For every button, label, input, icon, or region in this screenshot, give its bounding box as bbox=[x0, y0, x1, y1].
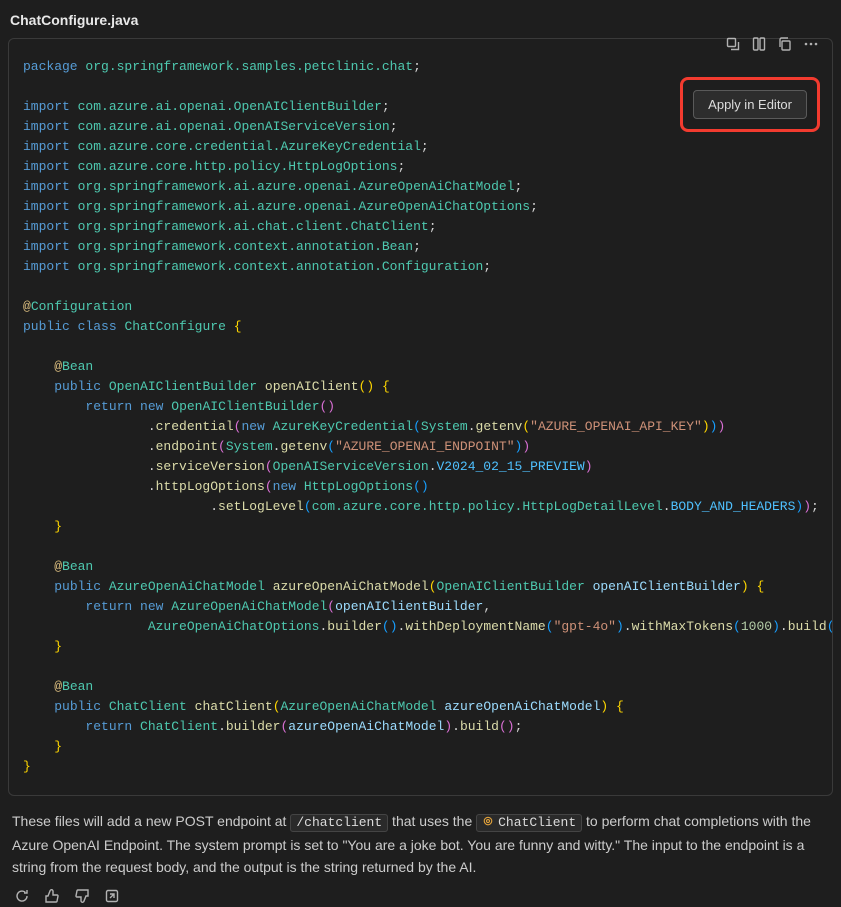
copy-icon[interactable] bbox=[776, 35, 794, 53]
explain-part: These files will add a new POST endpoint… bbox=[12, 813, 290, 829]
apply-in-editor-button[interactable]: Apply in Editor bbox=[693, 90, 807, 119]
symbol-class-icon bbox=[482, 813, 494, 825]
message-actions bbox=[8, 878, 833, 904]
code-content: package org.springframework.samples.petc… bbox=[9, 39, 832, 795]
thumbs-up-icon[interactable] bbox=[44, 888, 60, 904]
code-block: Apply in Editor package org.springframew… bbox=[8, 38, 833, 796]
thumbs-down-icon[interactable] bbox=[74, 888, 90, 904]
more-icon[interactable] bbox=[802, 35, 820, 53]
code-toolbar bbox=[720, 31, 824, 57]
endpoint-chip: /chatclient bbox=[290, 814, 388, 832]
insert-at-cursor-icon[interactable] bbox=[724, 35, 742, 53]
explain-part: that uses the bbox=[388, 813, 476, 829]
apply-highlight: Apply in Editor bbox=[680, 77, 820, 132]
retry-icon[interactable] bbox=[14, 888, 30, 904]
insert-new-file-icon[interactable] bbox=[750, 35, 768, 53]
class-chip: ChatClient bbox=[476, 814, 582, 832]
explanation-text: These files will add a new POST endpoint… bbox=[8, 810, 833, 878]
edit-ext-icon[interactable] bbox=[104, 888, 120, 904]
file-name: ChatConfigure.java bbox=[8, 8, 833, 38]
